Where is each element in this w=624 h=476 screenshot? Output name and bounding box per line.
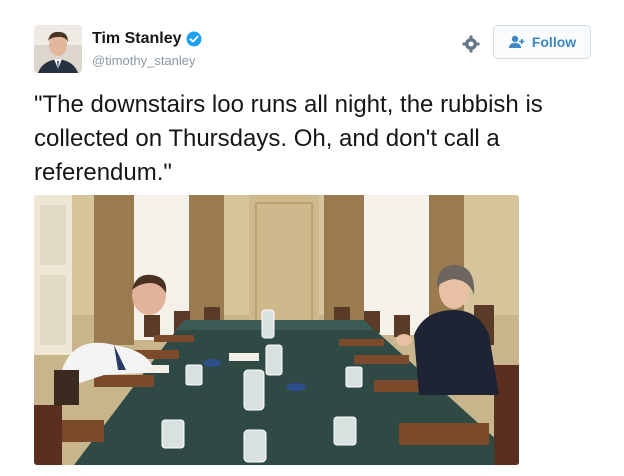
tweet-text: "The downstairs loo runs all night, the … <box>34 91 543 186</box>
cabinet-room-photo <box>34 195 519 465</box>
follow-button[interactable]: Follow <box>493 25 591 59</box>
avatar[interactable] <box>34 25 82 73</box>
avatar-image <box>34 25 82 73</box>
gear-icon[interactable] <box>461 34 481 54</box>
verified-badge-icon <box>186 31 202 47</box>
author-name[interactable]: Tim Stanley <box>92 30 182 48</box>
follow-label: Follow <box>531 34 577 50</box>
author-handle[interactable]: @timothy_stanley <box>92 53 196 68</box>
add-user-icon <box>508 35 525 48</box>
tweet-photo[interactable] <box>34 195 519 465</box>
